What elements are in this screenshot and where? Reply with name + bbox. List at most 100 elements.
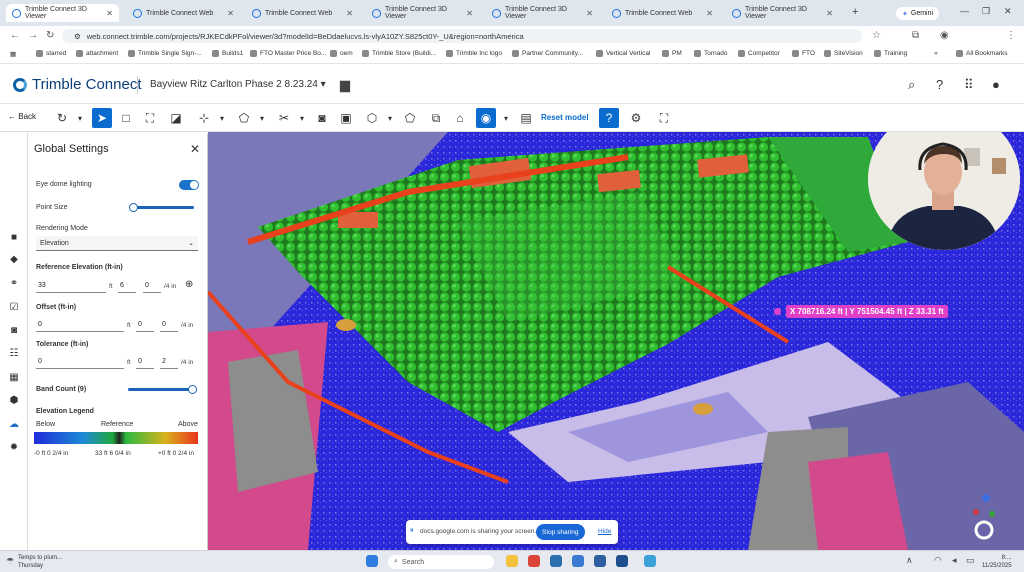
app-icon[interactable] xyxy=(550,555,562,567)
box-select-icon[interactable]: □ xyxy=(116,108,136,128)
band-count-slider[interactable] xyxy=(128,388,194,391)
pick-point-crosshair-icon[interactable]: ⊕ xyxy=(185,279,193,290)
bookmark-item[interactable]: SiteVision xyxy=(824,50,863,57)
visibility-eye-icon[interactable]: ◉ xyxy=(476,108,496,128)
isolate-icon[interactable]: ⬠ xyxy=(400,108,420,128)
wifi-icon[interactable]: ◠ xyxy=(934,555,942,566)
taskbar-search[interactable]: ⌕ Search xyxy=(388,555,494,569)
tolerance-in-input[interactable]: 0 xyxy=(136,355,154,369)
close-tab-icon[interactable]: ✕ xyxy=(227,9,234,18)
offset-ft-input[interactable]: 0 xyxy=(36,318,124,332)
chevron-down-icon[interactable]: ▾ xyxy=(292,108,312,128)
bookmark-item[interactable]: oem xyxy=(330,50,353,57)
chevron-down-icon[interactable]: ▾ xyxy=(496,108,516,128)
app-icon[interactable] xyxy=(594,555,606,567)
user-avatar-icon[interactable]: ● xyxy=(992,77,1000,92)
reload-icon[interactable]: ↻ xyxy=(46,30,54,41)
snapshot-camera-icon[interactable]: ◙ xyxy=(312,108,332,128)
taskbar-clock[interactable]: 8:... 11/25/2025 xyxy=(982,554,1012,570)
chrome-icon[interactable] xyxy=(528,555,540,567)
weather-icon[interactable]: ☂ xyxy=(6,556,14,567)
help-bubble-icon[interactable]: ? xyxy=(599,108,619,128)
bookmark-star-icon[interactable]: ☆ xyxy=(872,30,881,41)
markup-shape-icon[interactable]: ⬠ xyxy=(234,108,254,128)
bookmark-item[interactable]: Competitor xyxy=(738,50,780,57)
browser-tab[interactable]: Trimble Connect Web ✕ xyxy=(127,4,240,22)
reference-elevation-ft-input[interactable]: 33 xyxy=(36,279,106,293)
gemini-button[interactable]: ✦ Gemini xyxy=(896,7,940,20)
profile-icon[interactable]: ◉ xyxy=(940,30,949,41)
3d-viewport[interactable]: X 708716.24 ft | Y 751504.45 ft | Z 33.3… xyxy=(208,132,1024,550)
all-bookmarks-item[interactable]: All Bookmarks xyxy=(956,50,1008,57)
link-icon[interactable]: ⚭ xyxy=(8,278,20,290)
apps-grid-icon[interactable]: ▦ xyxy=(10,50,16,58)
file-explorer-icon[interactable] xyxy=(506,555,518,567)
camera-icon[interactable]: ◙ xyxy=(8,325,20,337)
models-cube-icon[interactable]: ■ xyxy=(8,232,20,244)
rendering-mode-select[interactable]: Elevation ⌄ xyxy=(36,236,198,251)
close-panel-icon[interactable]: ✕ xyxy=(190,142,200,156)
fit-view-icon[interactable]: ⛶ xyxy=(140,108,160,128)
bookmark-item[interactable]: Vertical Vertical xyxy=(596,50,650,57)
reference-elevation-in-input[interactable]: 6 xyxy=(118,279,136,293)
band-count-slider-handle[interactable] xyxy=(188,385,197,394)
tree-icon[interactable]: ☷ xyxy=(8,348,20,360)
app-icon[interactable] xyxy=(572,555,584,567)
tray-chevron-icon[interactable]: ∧ xyxy=(906,555,913,566)
chevron-down-icon[interactable]: ▾ xyxy=(252,108,272,128)
chevron-down-icon[interactable]: ▾ xyxy=(380,108,400,128)
stop-sharing-button[interactable]: Stop sharing xyxy=(536,524,585,540)
close-tab-icon[interactable]: ✕ xyxy=(586,9,593,18)
apps-grid-icon[interactable]: ⠿ xyxy=(964,77,974,93)
todo-check-icon[interactable]: ☑ xyxy=(8,302,20,314)
bookmark-item[interactable]: attachment xyxy=(76,50,118,57)
hide-share-bar-link[interactable]: Hide xyxy=(598,528,611,535)
project-selector[interactable]: Bayview Ritz Carlton Phase 2 8.23.24 ▾ xyxy=(150,79,326,90)
extensions-icon[interactable]: ⧉ xyxy=(912,30,919,41)
orbit-icon[interactable]: ↻ xyxy=(52,108,72,128)
bookmark-item[interactable]: FTO xyxy=(792,50,815,57)
table-icon[interactable]: ▦ xyxy=(8,372,20,384)
app-icon[interactable] xyxy=(644,555,656,567)
tolerance-ft-input[interactable]: 0 xyxy=(36,355,124,369)
browser-tab[interactable]: Trimble Connect 3D Viewer ✕ xyxy=(726,4,839,22)
settings-gear-icon[interactable]: ✹ xyxy=(8,442,20,454)
clip-scissors-icon[interactable]: ✂ xyxy=(274,108,294,128)
browser-tab[interactable]: Trimble Connect Web ✕ xyxy=(606,4,719,22)
reset-model-button[interactable]: Reset model xyxy=(541,113,589,122)
app-icon[interactable] xyxy=(616,555,628,567)
close-tab-icon[interactable]: ✕ xyxy=(706,9,713,18)
select-pointer-icon[interactable]: ➤ xyxy=(92,108,112,128)
bookmark-item[interactable]: Training xyxy=(874,50,907,57)
browser-tab[interactable]: Trimble Connect 3D Viewer ✕ xyxy=(366,4,479,22)
folder-icon[interactable]: ▆ xyxy=(340,77,350,93)
compare-icon[interactable]: ⧉ xyxy=(426,108,446,128)
close-tab-icon[interactable]: ✕ xyxy=(106,9,113,18)
search-icon[interactable]: ⌕ xyxy=(908,77,915,93)
lock-icon[interactable]: ⌂ xyxy=(450,108,470,128)
back-arrow-icon[interactable]: ← xyxy=(10,30,20,41)
fullscreen-icon[interactable]: ⛶ xyxy=(654,108,674,128)
bookmark-item[interactable]: Trimble Store (Buildi... xyxy=(362,50,436,57)
reference-elevation-frac-input[interactable]: 0 xyxy=(143,279,161,293)
navigation-axis-gizmo[interactable] xyxy=(968,488,998,548)
point-size-slider-handle[interactable] xyxy=(129,203,139,212)
measure-icon[interactable]: ⊹ xyxy=(194,108,214,128)
settings-gear-icon[interactable]: ⚙ xyxy=(626,108,646,128)
layers-icon[interactable]: ▤ xyxy=(516,108,536,128)
windows-start-icon[interactable] xyxy=(366,555,378,567)
chevron-down-icon[interactable]: ▾ xyxy=(212,108,232,128)
bookmark-item[interactable]: Trimble Single Sign-... xyxy=(128,50,202,57)
bookmark-item[interactable]: starred xyxy=(36,50,66,57)
bookmark-item[interactable]: Partner Community... xyxy=(512,50,583,57)
close-tab-icon[interactable]: ✕ xyxy=(346,9,353,18)
layers-icon[interactable]: ◆ xyxy=(8,254,20,266)
cube-icon[interactable]: ⬡ xyxy=(362,108,382,128)
browser-tab[interactable]: Trimble Connect 3D Viewer ✕ xyxy=(486,4,599,22)
browser-tab[interactable]: Trimble Connect Web ✕ xyxy=(246,4,359,22)
browser-menu-icon[interactable]: ⋮ xyxy=(1006,30,1016,41)
point-size-slider[interactable] xyxy=(132,206,194,209)
point-cloud-icon[interactable]: ☁ xyxy=(8,419,20,431)
offset-frac-input[interactable]: 0 xyxy=(160,318,178,332)
bookmark-item[interactable]: Trimble Inc logo xyxy=(446,50,502,57)
